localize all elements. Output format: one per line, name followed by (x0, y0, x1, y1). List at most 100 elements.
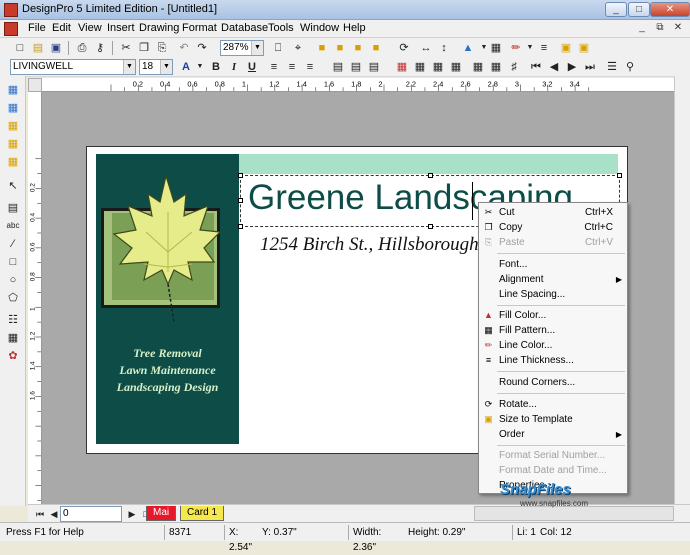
barcode-tool-icon[interactable]: ☷ (5, 312, 21, 328)
menu-line-thickness[interactable]: ≡ Line Thickness... (479, 353, 627, 368)
image-tool-icon[interactable]: ▦ (5, 330, 21, 346)
insert-date-icon[interactable]: ▦ (394, 59, 410, 75)
menu-file[interactable]: File (28, 22, 46, 34)
menu-line-spacing[interactable]: Line Spacing... (479, 287, 627, 302)
address-text[interactable]: 1254 Birch St., Hillsborough (260, 234, 479, 256)
minimize-button[interactable]: _ (605, 2, 627, 17)
polygon-tool-icon[interactable]: ⬠ (5, 290, 21, 306)
template-icon[interactable]: ▦ (5, 82, 21, 98)
menu-drawing[interactable]: Drawing (139, 22, 179, 34)
doc-restore-button[interactable]: ⧉ (652, 22, 668, 36)
last-record-icon[interactable]: ⏭ (582, 59, 598, 75)
resize-handle[interactable] (428, 173, 433, 178)
underline-button[interactable]: U (244, 59, 260, 75)
doc-close-button[interactable]: ✕ (670, 22, 686, 36)
save-icon[interactable]: ▣ (48, 40, 64, 56)
menu-format[interactable]: Format (182, 22, 217, 34)
menu-database[interactable]: Database (221, 22, 268, 34)
menu-help[interactable]: Help (343, 22, 366, 34)
align-center-icon[interactable]: ≡ (284, 59, 300, 75)
tab-card-1[interactable]: Card 1 (180, 506, 225, 521)
new-icon[interactable]: □ (12, 40, 28, 56)
bold-button[interactable]: B (208, 59, 224, 75)
open-folder-icon[interactable]: ▤ (30, 40, 46, 56)
ellipse-tool-icon[interactable]: ○ (5, 272, 21, 288)
close-button[interactable]: ✕ (650, 2, 690, 17)
menu-alignment[interactable]: Alignment ▶ (479, 272, 627, 287)
menu-format-serial[interactable]: Format Serial Number... (479, 448, 627, 463)
flip-vertical-icon[interactable]: ↕ (436, 40, 452, 56)
font-size-select[interactable]: 18 ▼ (139, 59, 173, 75)
menu-paste[interactable]: ⎘ Paste Ctrl+V (479, 235, 627, 250)
next-record-icon[interactable]: ▶ (564, 59, 580, 75)
flip-horizontal-icon[interactable]: ↔ (418, 40, 434, 56)
tagline-tree-removal[interactable]: Tree Removal (96, 346, 239, 361)
first-record-icon[interactable]: ⏮ (528, 59, 544, 75)
maple-leaf-icon[interactable] (96, 172, 239, 332)
mint-stripe[interactable] (239, 154, 618, 174)
menu-view[interactable]: View (78, 22, 102, 34)
print-preview-icon[interactable]: ⚷ (92, 40, 108, 56)
send-backward-icon[interactable]: ■ (332, 40, 348, 56)
fill-pattern-icon[interactable]: ▦ (488, 40, 504, 56)
clipart-icon[interactable]: ▦ (5, 136, 21, 152)
bring-front-icon[interactable]: ■ (350, 40, 366, 56)
insert-serial-icon[interactable]: ▦ (412, 59, 428, 75)
undo-icon[interactable]: ↶ (176, 40, 192, 56)
menu-window[interactable]: Window (300, 22, 339, 34)
valign-bottom-icon[interactable]: ▤ (366, 59, 382, 75)
line-tool-icon[interactable]: ∕ (5, 236, 21, 252)
menu-order[interactable]: Order ▶ (479, 427, 627, 442)
layout-icon[interactable]: ▦ (5, 100, 21, 116)
merge-icon[interactable]: ▦ (448, 59, 464, 75)
tagline-lawn-maintenance[interactable]: Lawn Maintenance (96, 363, 239, 378)
menu-size-to-template[interactable]: ▣ Size to Template (479, 412, 627, 427)
text-fit-icon[interactable]: ▦ (470, 59, 486, 75)
object-tool-icon[interactable]: ✿ (5, 348, 21, 364)
bring-forward-icon[interactable]: ■ (314, 40, 330, 56)
menu-cut[interactable]: ✂ Cut Ctrl+X (479, 205, 627, 220)
pointer-tool-icon[interactable]: ↖ (5, 178, 21, 194)
zoom-select[interactable]: 287% ▼ (220, 40, 264, 56)
round-corners-icon[interactable]: ▣ (558, 40, 574, 56)
database-field-icon[interactable]: ▦ (430, 59, 446, 75)
paste-icon[interactable]: ⎘ (154, 40, 170, 56)
send-back-icon[interactable]: ■ (368, 40, 384, 56)
spell-check-icon[interactable]: abc (5, 218, 21, 234)
cut-icon[interactable]: ✂ (118, 40, 134, 56)
menu-fill-pattern[interactable]: ▦ Fill Pattern... (479, 323, 627, 338)
wizard-icon[interactable]: ▦ (5, 118, 21, 134)
menu-insert[interactable]: Insert (107, 22, 135, 34)
menu-rotate[interactable]: ⟳ Rotate... (479, 397, 627, 412)
redo-icon[interactable]: ↷ (194, 40, 210, 56)
picture-icon[interactable]: ▦ (5, 154, 21, 170)
tab-main[interactable]: Mai (146, 506, 177, 521)
size-to-template-icon[interactable]: ▣ (576, 40, 592, 56)
resize-handle[interactable] (428, 224, 433, 229)
horizontal-scrollbar[interactable] (474, 506, 674, 521)
line-thickness-icon[interactable]: ≡ (536, 40, 552, 56)
menu-round-corners[interactable]: Round Corners... (479, 375, 627, 390)
shape-tool-icon[interactable]: ♯ (506, 59, 522, 75)
menu-fill-color[interactable]: ▲ Fill Color... (479, 308, 627, 323)
maximize-button[interactable]: □ (628, 2, 650, 17)
vertical-scrollbar[interactable] (674, 76, 690, 504)
rectangle-tool-icon[interactable]: □ (5, 254, 21, 270)
resize-handle[interactable] (238, 198, 243, 203)
resize-handle[interactable] (238, 173, 243, 178)
align-left-icon[interactable]: ≡ (266, 59, 282, 75)
chevron-down-icon[interactable]: ▼ (192, 59, 208, 75)
font-select[interactable]: LIVINGWELL ▼ (10, 59, 136, 75)
fill-color-icon[interactable]: ▲ (460, 40, 476, 56)
doc-minimize-button[interactable]: _ (634, 22, 650, 36)
text-shrink-icon[interactable]: ▦ (488, 59, 504, 75)
tagline-landscaping-design[interactable]: Landscaping Design (96, 380, 239, 395)
record-list-icon[interactable]: ☰ (604, 59, 620, 75)
menu-line-color[interactable]: ✏ Line Color... (479, 338, 627, 353)
italic-button[interactable]: I (226, 59, 242, 75)
resize-handle[interactable] (617, 173, 622, 178)
menu-font[interactable]: Font... (479, 257, 627, 272)
menu-copy[interactable]: ❐ Copy Ctrl+C (479, 220, 627, 235)
text-tool-icon[interactable]: ▤ (5, 200, 21, 216)
rotate-icon[interactable]: ⟳ (396, 40, 412, 56)
